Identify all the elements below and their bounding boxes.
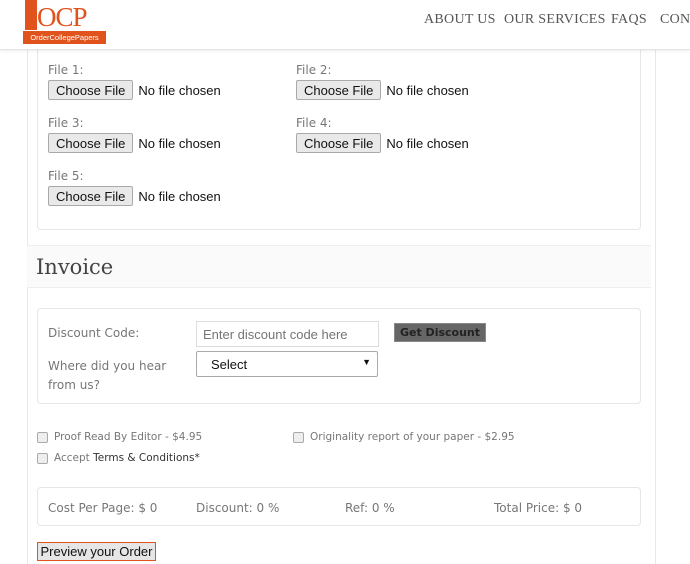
proof-read-label: Proof Read By Editor - $4.95	[54, 431, 203, 443]
get-discount-button[interactable]: Get Discount	[394, 323, 486, 342]
file-5-label: File 5:	[48, 169, 84, 183]
book-icon	[25, 0, 37, 30]
nav-our-services[interactable]: OUR SERVICES	[504, 12, 606, 28]
checkbox-icon[interactable]	[293, 431, 304, 443]
discount-panel: Discount Code: Get Discount Where did yo…	[37, 308, 641, 404]
originality-checkbox[interactable]: Originality report of your paper - $2.95	[293, 431, 515, 443]
nav-faqs[interactable]: FAQS	[611, 12, 647, 28]
logo[interactable]: OCP OrderCollegePapers	[23, 0, 106, 45]
proof-read-checkbox[interactable]: Proof Read By Editor - $4.95	[37, 431, 202, 443]
logo-subtext: OrderCollegePapers	[23, 31, 106, 44]
choose-file-button[interactable]: Choose File	[48, 80, 134, 100]
file-2-input[interactable]: Choose File No file chosen	[296, 80, 469, 100]
discount-code-label: Discount Code:	[48, 326, 140, 340]
file-3-input[interactable]: Choose File No file chosen	[48, 133, 221, 153]
cost-per-page: Cost Per Page: $ 0	[48, 501, 158, 515]
file-1-label: File 1:	[48, 63, 84, 77]
originality-label: Originality report of your paper - $2.95	[310, 431, 515, 443]
file-status: No file chosen	[386, 135, 469, 151]
site-header: OCP OrderCollegePapers ABOUT US OUR SERV…	[0, 0, 690, 50]
select-value: Select	[211, 357, 248, 372]
choose-file-button[interactable]: Choose File	[296, 80, 382, 100]
checkbox-icon[interactable]	[37, 452, 48, 464]
preview-order-button[interactable]: Preview your Order	[37, 542, 156, 561]
nav-contact[interactable]: CONT	[660, 12, 690, 28]
divider	[655, 50, 656, 564]
ref-value: Ref: 0 %	[345, 501, 395, 515]
file-status: No file chosen	[386, 82, 469, 98]
discount-code-input[interactable]	[196, 321, 379, 347]
total-price: Total Price: $ 0	[494, 501, 583, 515]
file-5-input[interactable]: Choose File No file chosen	[48, 186, 221, 206]
accept-label: Accept	[54, 452, 90, 464]
invoice-header: Invoice	[27, 245, 651, 288]
file-4-input[interactable]: Choose File No file chosen	[296, 133, 469, 153]
file-upload-panel: File 1: Choose File No file chosen File 2…	[37, 44, 641, 230]
file-3-label: File 3:	[48, 116, 84, 130]
file-status: No file chosen	[138, 135, 221, 151]
discount-value: Discount: 0 %	[196, 501, 280, 515]
file-status: No file chosen	[138, 188, 221, 204]
accept-terms-checkbox[interactable]: Accept Terms & Conditions*	[37, 452, 200, 464]
dropdown-arrow-icon: ▼	[362, 357, 371, 367]
choose-file-button[interactable]: Choose File	[48, 133, 134, 153]
hear-from-select[interactable]: Select ▼	[196, 351, 378, 377]
file-status: No file chosen	[138, 82, 221, 98]
terms-link[interactable]: Terms & Conditions*	[93, 452, 200, 464]
choose-file-button[interactable]: Choose File	[296, 133, 382, 153]
totals-panel: Cost Per Page: $ 0 Discount: 0 % Ref: 0 …	[37, 487, 641, 526]
checkbox-icon[interactable]	[37, 431, 48, 443]
logo-text: OCP	[37, 2, 88, 32]
divider	[27, 50, 28, 564]
nav-about-us[interactable]: ABOUT US	[424, 12, 496, 28]
file-2-label: File 2:	[296, 63, 332, 77]
choose-file-button[interactable]: Choose File	[48, 186, 134, 206]
file-1-input[interactable]: Choose File No file chosen	[48, 80, 221, 100]
invoice-title: Invoice	[36, 255, 114, 279]
file-4-label: File 4:	[296, 116, 332, 130]
hear-from-label: Where did you hear from us?	[48, 359, 167, 392]
